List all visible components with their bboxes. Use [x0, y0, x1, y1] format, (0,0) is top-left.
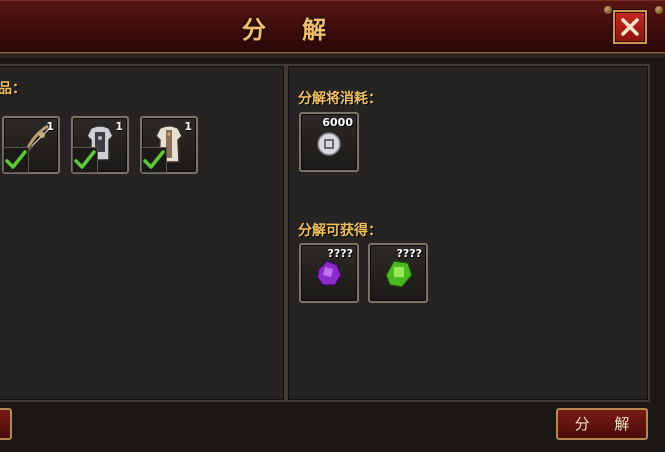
- item-count: 1: [46, 120, 54, 133]
- cost-item-slot[interactable]: 6000: [299, 112, 359, 172]
- item-slot-armor[interactable]: 1: [71, 116, 129, 174]
- selected-checkbox[interactable]: [141, 147, 167, 173]
- item-slot-robe[interactable]: 1: [140, 116, 198, 174]
- rivet-decoration: [655, 6, 663, 14]
- close-icon: [621, 18, 639, 36]
- selected-checkbox[interactable]: [72, 147, 98, 173]
- left-action-button[interactable]: [0, 408, 12, 440]
- item-slot-bow[interactable]: 1: [2, 116, 60, 174]
- rivet-decoration: [604, 6, 612, 14]
- reward-item-slot-green[interactable]: ????: [368, 243, 428, 303]
- selected-items-label: 品：: [0, 81, 26, 97]
- reward-item-slot-purple[interactable]: ????: [299, 243, 359, 303]
- decompose-info-panel: 分解将消耗： 6000 分解可获得： ???? ????: [286, 64, 650, 402]
- dialog-title: 分 解: [241, 15, 341, 44]
- item-count: 1: [115, 120, 123, 133]
- reward-count: ????: [327, 247, 353, 260]
- checkmark-icon: [5, 150, 27, 169]
- cost-label: 分解将消耗：: [298, 91, 382, 107]
- cost-amount: 6000: [322, 116, 353, 129]
- reward-label: 分解可获得：: [298, 223, 382, 239]
- item-count: 1: [184, 120, 192, 133]
- checkmark-icon: [74, 150, 96, 169]
- checkmark-icon: [143, 150, 165, 169]
- selected-items-panel: 品： 1 1 1: [0, 64, 286, 402]
- close-button[interactable]: [613, 10, 647, 44]
- decompose-button[interactable]: 分 解: [556, 408, 648, 440]
- reward-count: ????: [396, 247, 422, 260]
- title-bar: 分 解: [0, 0, 665, 58]
- selected-checkbox[interactable]: [3, 147, 29, 173]
